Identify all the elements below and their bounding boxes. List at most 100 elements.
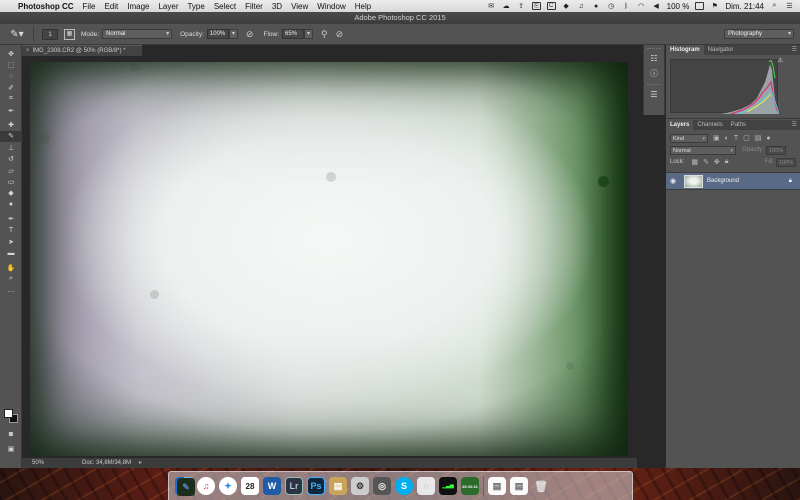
app-icon[interactable]: ◌: [417, 477, 435, 495]
dodge-tool-icon[interactable]: ●: [0, 199, 22, 210]
document-tab[interactable]: × IMG_2308.CR2 @ 50% (RGB/8*) *: [22, 45, 142, 56]
panel-menu-icon[interactable]: ☰: [792, 45, 800, 55]
blur-tool-icon[interactable]: ◆: [0, 188, 22, 199]
lock-position-icon[interactable]: ✥: [714, 158, 720, 166]
filter-toggle-icon[interactable]: ●: [766, 135, 770, 142]
menu-image[interactable]: Image: [127, 2, 149, 11]
brush-preset-icon[interactable]: ✎▾: [6, 26, 28, 42]
flag-icon[interactable]: ⚑: [710, 2, 719, 10]
shield-icon[interactable]: ◆: [562, 2, 571, 10]
document-icon[interactable]: ▤: [510, 477, 528, 495]
brush-size-field[interactable]: 1: [42, 28, 58, 40]
opacity-field[interactable]: 100%: [206, 29, 229, 39]
lasso-tool-icon[interactable]: ◌: [0, 71, 22, 82]
eyedropper-tool-icon[interactable]: ✒: [0, 105, 22, 116]
menu-filter[interactable]: Filter: [245, 2, 263, 11]
calendar-icon[interactable]: 28: [241, 477, 259, 495]
activity-monitor-icon[interactable]: ▁▃▅: [439, 477, 457, 495]
cloud-icon[interactable]: ☁: [502, 2, 511, 10]
lock-transparent-icon[interactable]: ▦: [691, 158, 698, 166]
flow-stepper[interactable]: ▾: [304, 29, 313, 39]
trash-icon[interactable]: 🗑︎: [532, 477, 550, 495]
filter-type-icon[interactable]: T: [734, 135, 738, 142]
filter-adjustment-icon[interactable]: ◐: [725, 135, 729, 142]
close-tab-icon[interactable]: ×: [26, 48, 30, 54]
menu-window[interactable]: Window: [317, 2, 345, 11]
clone-stamp-tool-icon[interactable]: ⊥: [0, 142, 22, 153]
notification-center-icon[interactable]: ☰: [785, 2, 794, 10]
zoom-tool-icon[interactable]: ⌕: [0, 273, 22, 284]
menu-edit[interactable]: Edit: [104, 2, 118, 11]
battery-icon[interactable]: [695, 2, 705, 10]
photoshop-icon[interactable]: Ps: [307, 477, 325, 495]
filter-shape-icon[interactable]: ▢: [743, 134, 750, 142]
zoom-level[interactable]: 50%: [22, 458, 56, 468]
spotlight-icon[interactable]: ⌕: [770, 2, 779, 10]
brush-panel-icon[interactable]: ▦: [64, 28, 75, 40]
menu-3d[interactable]: 3D: [272, 2, 282, 11]
layers-menu-icon[interactable]: ☰: [792, 120, 800, 130]
user-icon[interactable]: ●: [592, 2, 601, 10]
mode-dropdown[interactable]: Normal: [102, 29, 173, 39]
layer-name[interactable]: Background: [707, 178, 739, 184]
mail-icon[interactable]: ✉: [487, 2, 496, 10]
c-app-icon[interactable]: C: [546, 2, 556, 10]
pressure-opacity-icon[interactable]: ⊘: [246, 29, 254, 40]
lightroom-icon[interactable]: Lr: [285, 477, 303, 495]
quick-mask-icon[interactable]: ◙: [0, 429, 22, 440]
workspace-dropdown[interactable]: Photography: [724, 29, 794, 39]
photo-canvas[interactable]: [30, 62, 628, 456]
tab-channels[interactable]: Channels: [693, 120, 726, 130]
tab-layers[interactable]: Layers: [666, 120, 694, 130]
eraser-tool-icon[interactable]: ▱: [0, 165, 22, 176]
word-icon[interactable]: W: [263, 477, 281, 495]
preview-icon[interactable]: ✎: [177, 478, 195, 496]
upload-icon[interactable]: ⇪: [517, 2, 526, 10]
marquee-tool-icon[interactable]: ⬚: [0, 59, 22, 70]
clock-widget-icon[interactable]: 20:10:11: [461, 477, 479, 495]
tab-navigator[interactable]: Navigator: [704, 45, 738, 55]
tab-histogram[interactable]: Histogram: [666, 45, 704, 55]
quick-select-tool-icon[interactable]: ✐: [0, 82, 22, 93]
foreground-color-swatch[interactable]: [4, 409, 13, 418]
shape-tool-icon[interactable]: ▬: [0, 248, 22, 259]
layer-thumbnail[interactable]: [684, 174, 703, 188]
status-menu-icon[interactable]: ▸: [139, 458, 142, 468]
menu-type[interactable]: Type: [187, 2, 204, 11]
history-brush-tool-icon[interactable]: ↺: [0, 154, 22, 165]
screen-mode-icon[interactable]: ▣: [0, 443, 22, 454]
path-select-tool-icon[interactable]: ➤: [0, 236, 22, 247]
blend-mode-dropdown[interactable]: Normal: [670, 145, 736, 155]
wifi-icon[interactable]: ◠: [637, 2, 646, 10]
time-machine-icon[interactable]: ◷: [607, 2, 616, 10]
canvas-area[interactable]: [22, 56, 637, 458]
itunes-icon[interactable]: ♫: [197, 477, 215, 495]
app-menu[interactable]: Photoshop CC: [18, 2, 74, 11]
filter-pixel-icon[interactable]: ▣: [713, 134, 720, 142]
pen-tool-icon[interactable]: ✒: [0, 213, 22, 224]
type-tool-icon[interactable]: T: [0, 225, 22, 236]
bluetooth-icon[interactable]: ᛒ: [622, 2, 631, 10]
volume-icon[interactable]: ◀: [652, 2, 661, 10]
cache-warning-icon[interactable]: ⚠: [778, 57, 783, 64]
menu-view[interactable]: View: [291, 2, 308, 11]
info-panel-icon[interactable]: ⓘ: [644, 66, 664, 81]
app-icon[interactable]: ◎: [373, 477, 391, 495]
safari-icon[interactable]: ✦: [219, 477, 237, 495]
more-tools-icon[interactable]: …: [0, 285, 22, 296]
menu-file[interactable]: File: [83, 2, 96, 11]
kind-filter-dropdown[interactable]: Kind: [670, 133, 708, 143]
flow-field[interactable]: 65%: [282, 29, 304, 39]
tab-paths[interactable]: Paths: [727, 120, 750, 130]
preferences-icon[interactable]: ⚙: [351, 477, 369, 495]
filter-smart-icon[interactable]: ▤: [755, 134, 762, 142]
airbrush-icon[interactable]: ⚲: [321, 29, 328, 40]
layer-lock-icon[interactable]: 🔒︎: [789, 178, 792, 185]
visibility-eye-icon[interactable]: ◉: [666, 177, 680, 185]
history-panel-icon[interactable]: ☷: [644, 51, 664, 66]
move-tool-icon[interactable]: ✥: [0, 48, 22, 59]
lock-image-icon[interactable]: ✎: [703, 158, 709, 166]
layer-row-background[interactable]: ◉ Background 🔒︎: [666, 172, 800, 190]
menu-select[interactable]: Select: [214, 2, 236, 11]
fill-field[interactable]: 100%: [776, 157, 796, 167]
